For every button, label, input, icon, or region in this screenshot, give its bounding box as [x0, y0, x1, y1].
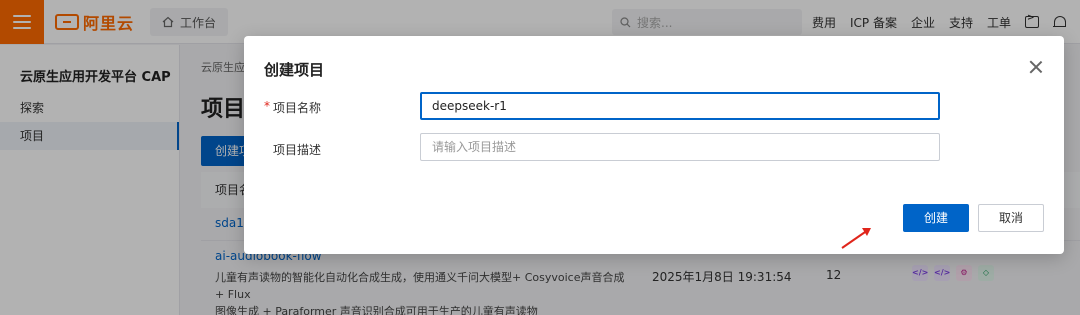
- required-mark: *: [264, 99, 270, 113]
- dialog-title: 创建项目: [264, 61, 325, 79]
- project-name-input[interactable]: deepseek-r1: [420, 92, 940, 120]
- create-button[interactable]: 创建: [903, 204, 969, 232]
- close-icon[interactable]: [1029, 60, 1043, 74]
- cancel-button[interactable]: 取消: [978, 204, 1044, 232]
- annotation-arrow-icon: [841, 228, 871, 249]
- project-name-label: 项目名称: [273, 101, 322, 115]
- create-project-dialog: 创建项目 * 项目名称 deepseek-r1 项目描述 请输入项目描述 创建 …: [244, 36, 1064, 254]
- project-description-label: 项目描述: [273, 143, 322, 157]
- project-description-input[interactable]: 请输入项目描述: [420, 133, 940, 161]
